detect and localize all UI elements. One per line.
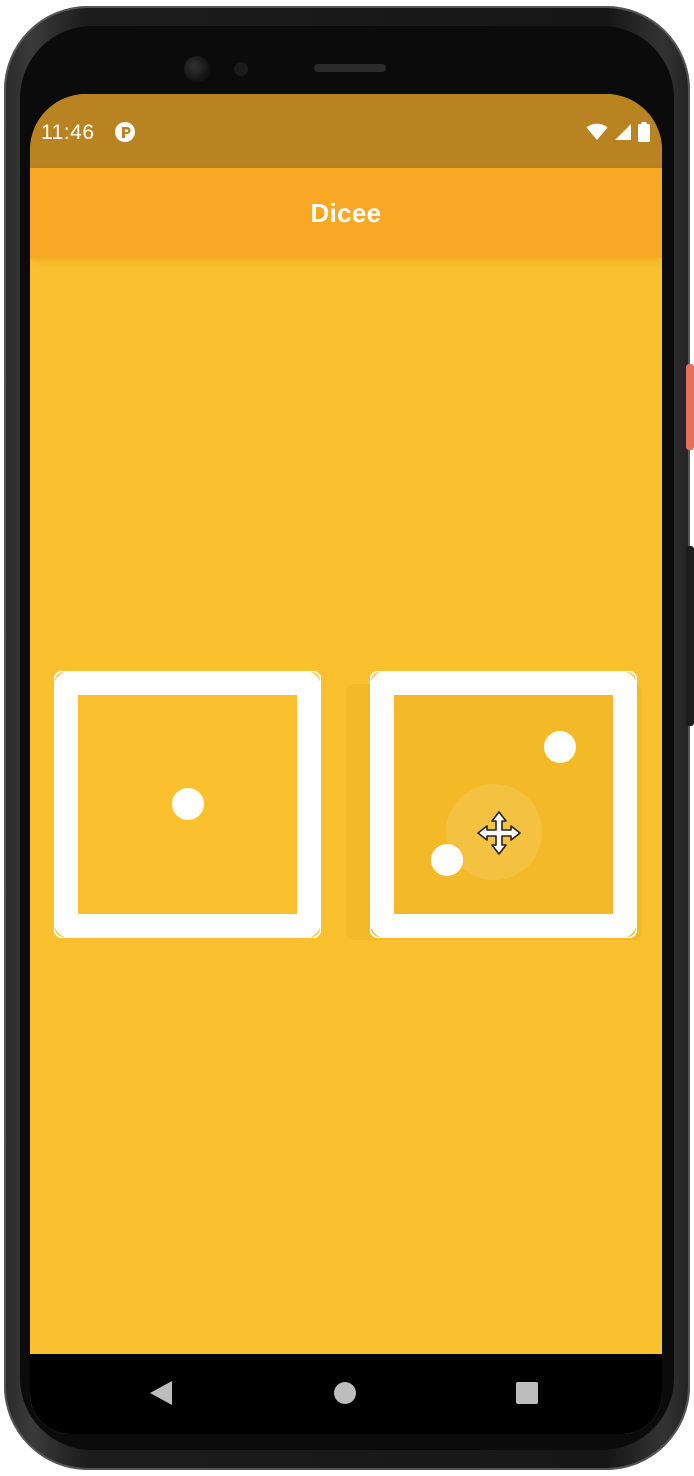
app-title: Dicee <box>310 198 382 228</box>
app-bar: Dicee <box>30 168 662 258</box>
volume-button[interactable] <box>686 546 694 726</box>
dice-row <box>53 670 638 939</box>
status-time: 11:46 <box>41 121 95 144</box>
battery-icon <box>638 122 650 142</box>
status-icons <box>586 121 650 143</box>
dice-face-one-icon <box>53 670 322 939</box>
phone-screen: 11:46 Dicee <box>30 94 662 1434</box>
power-button[interactable] <box>686 364 694 450</box>
wifi-icon <box>586 123 608 140</box>
front-camera <box>184 56 210 82</box>
move-cursor-icon <box>477 811 521 855</box>
home-icon[interactable] <box>334 1382 356 1404</box>
recents-icon[interactable] <box>516 1382 538 1404</box>
proximity-sensor <box>234 62 248 76</box>
app-notification-icon <box>115 122 135 142</box>
cellular-signal-icon <box>615 124 631 140</box>
earpiece-speaker <box>314 64 386 72</box>
status-bar: 11:46 <box>30 94 662 168</box>
back-icon[interactable] <box>148 1379 174 1407</box>
left-dice-button[interactable] <box>53 670 322 939</box>
navigation-bar <box>30 1354 662 1434</box>
